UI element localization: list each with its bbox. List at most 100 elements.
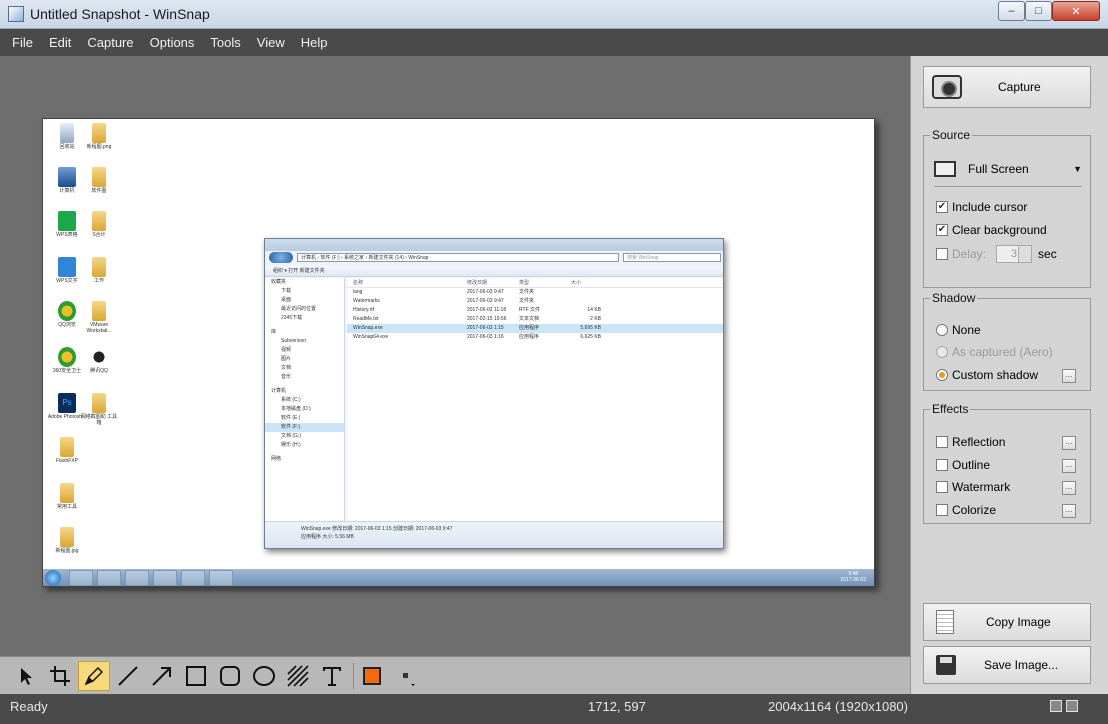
shadow-none-option[interactable]: None — [936, 323, 981, 337]
desktop-icon-label: 网络截图助 工具箱 — [80, 414, 118, 426]
capture-button[interactable]: Capture — [923, 66, 1091, 108]
copy-image-button[interactable]: Copy Image — [923, 603, 1091, 641]
clear-background-checkbox[interactable]: ✔ — [936, 224, 948, 236]
file-size: 14 KB — [587, 307, 601, 313]
nav-item: 图片 — [281, 356, 292, 362]
status-bar: Ready 1712, 597 2004x1164 (1920x1080) — [0, 694, 1108, 724]
trash-icon — [58, 347, 76, 367]
include-cursor-checkbox[interactable]: ✔ — [936, 201, 948, 213]
clock-date: 2017-06-03 — [840, 577, 866, 583]
watermark-checkbox[interactable] — [936, 481, 948, 493]
watermark-option[interactable]: Watermark — [936, 480, 1010, 494]
include-cursor-option[interactable]: ✔ Include cursor — [936, 200, 1027, 214]
arrow-icon — [152, 667, 171, 686]
delay-checkbox[interactable] — [936, 248, 948, 260]
menu-file[interactable]: File — [12, 35, 33, 50]
save-image-button[interactable]: Save Image... — [923, 646, 1091, 684]
pen-tool[interactable] — [78, 661, 110, 691]
shadow-custom-radio[interactable] — [936, 369, 948, 381]
menu-capture[interactable]: Capture — [87, 35, 133, 50]
copy-status-icon[interactable] — [1066, 700, 1078, 712]
shadow-aero-radio[interactable] — [936, 346, 948, 358]
status-state: Ready — [10, 699, 48, 714]
text-tool[interactable] — [316, 661, 348, 691]
outline-settings-button[interactable]: ... — [1062, 459, 1076, 473]
current-color-swatch — [363, 667, 381, 685]
maximize-button[interactable]: □ — [1025, 1, 1052, 21]
qq-icon — [90, 347, 108, 367]
file-row: lang 2017-06-03 9:47 文件夹 — [347, 288, 723, 297]
folder-icon — [92, 123, 106, 143]
pointer-tool[interactable] — [10, 661, 42, 691]
crop-tool[interactable] — [44, 661, 76, 691]
minimize-button[interactable]: – — [998, 1, 1025, 21]
colorize-option[interactable]: Colorize — [936, 503, 996, 517]
file-type: 应用程序 — [519, 325, 540, 331]
delay-spinner[interactable]: 3 — [996, 245, 1033, 263]
explorer-details-pane: WinSnap.exe 修改日期: 2017-06-03 1:15 创建日期: … — [265, 521, 723, 548]
shadow-aero-label: As captured (Aero) — [952, 345, 1053, 359]
file-name: lang — [353, 289, 363, 295]
colorize-settings-button[interactable]: ... — [1062, 504, 1076, 518]
rounded-rectangle-tool[interactable] — [214, 661, 246, 691]
file-date: 2017-06-02 11:18 — [467, 307, 507, 313]
outline-checkbox[interactable] — [936, 459, 948, 471]
watermark-settings-button[interactable]: ... — [1062, 481, 1076, 495]
source-divider — [934, 186, 1082, 187]
rectangle-tool[interactable] — [180, 661, 212, 691]
save-status-icon[interactable] — [1050, 700, 1062, 712]
menu-tools[interactable]: Tools — [210, 35, 240, 50]
file-size: 2 KB — [590, 316, 601, 322]
menu-help[interactable]: Help — [301, 35, 328, 50]
folder-icon — [60, 527, 74, 547]
file-rows: lang 2017-06-03 9:47 文件夹 Watermarks 2017-06-… — [347, 288, 723, 342]
delay-label: Delay: — [952, 247, 987, 261]
captured-screenshot[interactable]: 回收站 新程图.png 计算机 软件图 WPS表格 S合计 WPS文字 工作 QQ浏览 VMwar… — [42, 118, 875, 587]
outline-label: Outline — [952, 458, 991, 472]
snapshot-canvas[interactable]: 回收站 新程图.png 计算机 软件图 WPS表格 S合计 WPS文字 工作 QQ浏览 VMwar… — [8, 56, 908, 656]
rectangle-icon — [186, 666, 206, 686]
reflection-settings-button[interactable]: ... — [1062, 436, 1076, 450]
colorize-checkbox[interactable] — [936, 504, 948, 516]
shadow-aero-option[interactable]: As captured (Aero) — [936, 345, 1053, 359]
menu-edit[interactable]: Edit — [49, 35, 71, 50]
cursor-coordinates: 1712, 597 — [588, 699, 646, 714]
hatch-tool[interactable] — [282, 661, 314, 691]
reflection-option[interactable]: Reflection — [936, 435, 1005, 449]
clear-background-option[interactable]: ✔ Clear background — [936, 223, 1047, 237]
explorer-title-bar — [265, 239, 723, 251]
menu-options[interactable]: Options — [150, 35, 195, 50]
close-button[interactable]: ✕ — [1052, 1, 1100, 21]
explorer-address-row: 计算机 › 软件 (F:) › 系统之家 › 新建文件夹 (14) › WinS… — [269, 252, 721, 264]
winsnap-app-icon[interactable] — [8, 6, 24, 22]
camera-icon — [932, 75, 962, 99]
desktop-icon: FlashFXP — [47, 437, 87, 464]
shadow-custom-option[interactable]: Custom shadow — [936, 368, 1038, 382]
desktop-icon-label: 软件图 — [91, 188, 107, 194]
shadow-settings-button[interactable]: ... — [1062, 369, 1076, 383]
line-width-picker[interactable] — [390, 661, 422, 691]
shadow-none-radio[interactable] — [936, 324, 948, 336]
include-cursor-label: Include cursor — [952, 200, 1028, 214]
reflection-checkbox[interactable] — [936, 436, 948, 448]
line-tool[interactable] — [112, 661, 144, 691]
file-size: 6,625 KB — [580, 334, 601, 340]
ellipse-tool[interactable] — [248, 661, 280, 691]
chevron-down-icon: ▼ — [1073, 164, 1082, 174]
options-panel: Capture Source Full Screen ▼ ✔ Include c… — [910, 56, 1108, 694]
monitor-icon — [934, 161, 956, 177]
start-orb-icon — [45, 570, 61, 586]
source-dropdown[interactable]: Full Screen ▼ — [934, 158, 1082, 180]
desktop-icon-label: 新程图.jpg — [55, 548, 79, 554]
guard-icon — [58, 301, 76, 321]
arrow-tool[interactable] — [146, 661, 178, 691]
details-line-1: WinSnap.exe 修改日期: 2017-06-03 1:15 创建日期: … — [301, 526, 453, 532]
delay-option[interactable]: Delay: 3 sec — [936, 245, 1057, 263]
color-picker[interactable] — [356, 661, 388, 691]
blue-icon — [58, 257, 76, 277]
menu-view[interactable]: View — [257, 35, 285, 50]
file-date: 2017-02-15 19:56 — [467, 316, 507, 322]
taskbar-app-icon — [209, 570, 233, 586]
outline-option[interactable]: Outline — [936, 458, 990, 472]
nav-item: 音乐 — [281, 374, 292, 380]
